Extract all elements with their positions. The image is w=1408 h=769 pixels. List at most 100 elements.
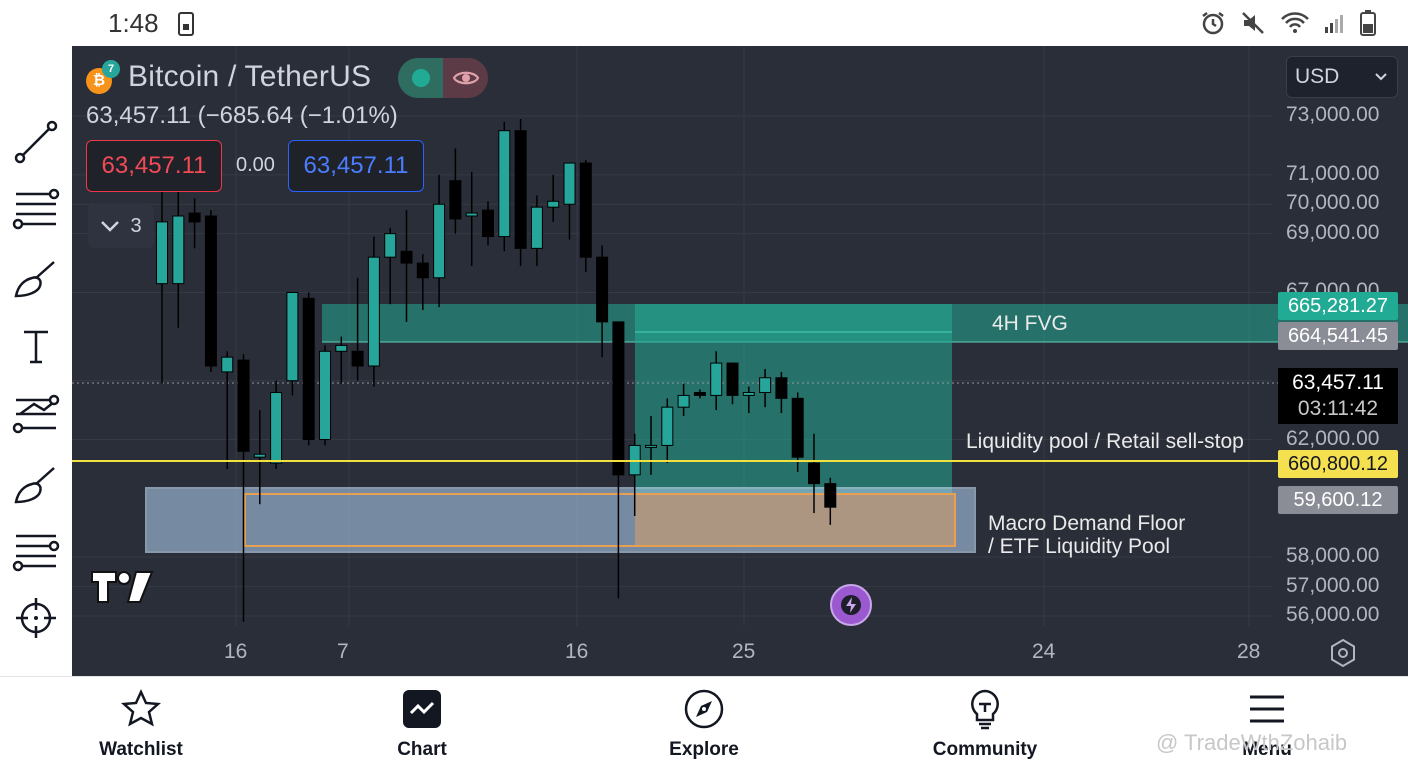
candle-down [416, 262, 429, 279]
candle-up [156, 221, 168, 285]
candle-up [759, 377, 772, 393]
candle-up [253, 453, 266, 458]
candle-down [400, 250, 413, 264]
candle-up [465, 212, 478, 217]
price-change-line: 63,457.11 (−685.64 (−1.01%) [86, 102, 398, 129]
price-axis-tick: 58,000.00 [1286, 544, 1380, 568]
candle-down [302, 297, 315, 441]
battery-icon [1360, 10, 1376, 36]
nav-label: Explore [669, 739, 739, 760]
candle-up [645, 444, 657, 448]
candle-down [596, 256, 609, 323]
wifi-icon [1281, 12, 1309, 33]
nav-watchlist[interactable]: Watchlist [56, 677, 226, 769]
candle-up [335, 344, 348, 352]
candle-down [514, 130, 527, 249]
fib-retracement-tool[interactable] [10, 182, 62, 234]
sell-button[interactable]: 63,457.11 [86, 140, 222, 192]
chart-icon [403, 690, 441, 728]
demand-price-tag: 59,600.12 [1278, 486, 1398, 514]
price-axis-tick: 57,000.00 [1286, 573, 1380, 597]
demand-zone-label-1: Macro Demand Floor [988, 512, 1186, 535]
signal-icon [1325, 15, 1343, 33]
candle-down [808, 462, 820, 485]
trend-line-tool[interactable] [10, 116, 62, 168]
liquidity-zone-label: Liquidity pool / Retail sell-stop [966, 430, 1244, 453]
candle-down [204, 215, 217, 367]
candle-up [319, 350, 331, 441]
mute-icon [1242, 12, 1264, 34]
symbol-title[interactable]: Bitcoin / TetherUS [128, 60, 371, 94]
time-axis-tick: 16 [224, 640, 248, 663]
time-axis-tick: 7 [337, 640, 349, 663]
candle-up [221, 356, 234, 373]
crosshair-icon [16, 598, 56, 638]
nav-chart[interactable]: Chart [337, 677, 507, 769]
pattern-tool[interactable] [10, 388, 62, 440]
candle-down [579, 162, 592, 258]
hamburger-menu-icon [1250, 695, 1284, 723]
lightning-icon [841, 595, 861, 615]
visibility-button[interactable] [443, 58, 488, 98]
exchange-badge-icon: 7 [102, 60, 120, 78]
time-axis-tick: 25 [732, 640, 756, 663]
candle-up [433, 203, 446, 279]
green-dot-icon [411, 69, 430, 87]
buy-button[interactable]: 63,457.11 [288, 140, 424, 192]
candle-down [693, 391, 706, 396]
price-axis-tick: 73,000.00 [1286, 103, 1380, 126]
time-axis-tick: 24 [1032, 640, 1056, 663]
nav-explore[interactable]: Explore [619, 677, 789, 769]
settings-icon[interactable] [1328, 638, 1358, 668]
drawing-toolbar [0, 46, 72, 676]
time-axis-tick: 28 [1237, 640, 1261, 663]
spread-value: 0.00 [236, 154, 275, 176]
candle-up [367, 256, 380, 367]
lightbulb-icon [971, 689, 999, 730]
currency-value: USD [1295, 65, 1340, 88]
chart-area[interactable]: 4H FVG Liquidity pool / Retail sell-stop… [72, 46, 1408, 676]
nav-community[interactable]: Community [900, 677, 1070, 769]
status-bar: 1:48 [0, 0, 1408, 46]
indicators-count: 3 [130, 214, 142, 237]
nav-label: Watchlist [99, 739, 183, 760]
candle-up [530, 206, 543, 249]
candle-up [742, 391, 755, 396]
inner-demand-fill [635, 494, 955, 546]
currency-select[interactable]: USD [1286, 56, 1398, 98]
liquidity-price-tag: 660,800.12 [1278, 450, 1398, 478]
candle-up [710, 362, 723, 396]
fvg-zone-label: 4H FVG [992, 312, 1068, 335]
tradingview-logo-icon [91, 571, 154, 603]
alarm-icon [1202, 12, 1224, 35]
pattern-icon [12, 394, 60, 434]
candle-up [286, 291, 299, 382]
price-axis-tick: 62,000.00 [1286, 426, 1380, 450]
indicators-toggle[interactable]: 3 [88, 204, 154, 248]
candle-down [775, 377, 788, 399]
live-status-indicator[interactable] [398, 58, 443, 98]
phone-icon [178, 12, 194, 36]
live-toggle[interactable] [398, 58, 488, 98]
nav-label: Chart [397, 739, 447, 760]
flash-button[interactable] [830, 584, 872, 626]
candle-up [384, 233, 397, 258]
price-axis-tick: 69,000.00 [1286, 220, 1380, 244]
current-price-tag: 63,457.11 03:11:42 [1278, 368, 1398, 424]
status-time: 1:48 [108, 8, 159, 38]
candle-up [172, 215, 185, 285]
candle-up [270, 391, 283, 464]
candlestick-chart[interactable] [72, 46, 1408, 676]
crosshair-tool[interactable] [10, 592, 62, 644]
bar-countdown: 03:11:42 [1297, 397, 1379, 420]
text-tool[interactable] [10, 320, 62, 372]
brush-tool-2[interactable] [10, 458, 62, 510]
candle-down [726, 362, 739, 396]
eye-icon [452, 71, 479, 85]
fib-extension-tool[interactable] [10, 524, 62, 576]
brush-tool[interactable] [10, 252, 62, 304]
fib-lines-icon [12, 534, 60, 572]
watermark: @ TradeWthZohaib [1156, 730, 1348, 755]
candle-up [677, 394, 690, 408]
price-axis-tick: 71,000.00 [1286, 161, 1380, 185]
